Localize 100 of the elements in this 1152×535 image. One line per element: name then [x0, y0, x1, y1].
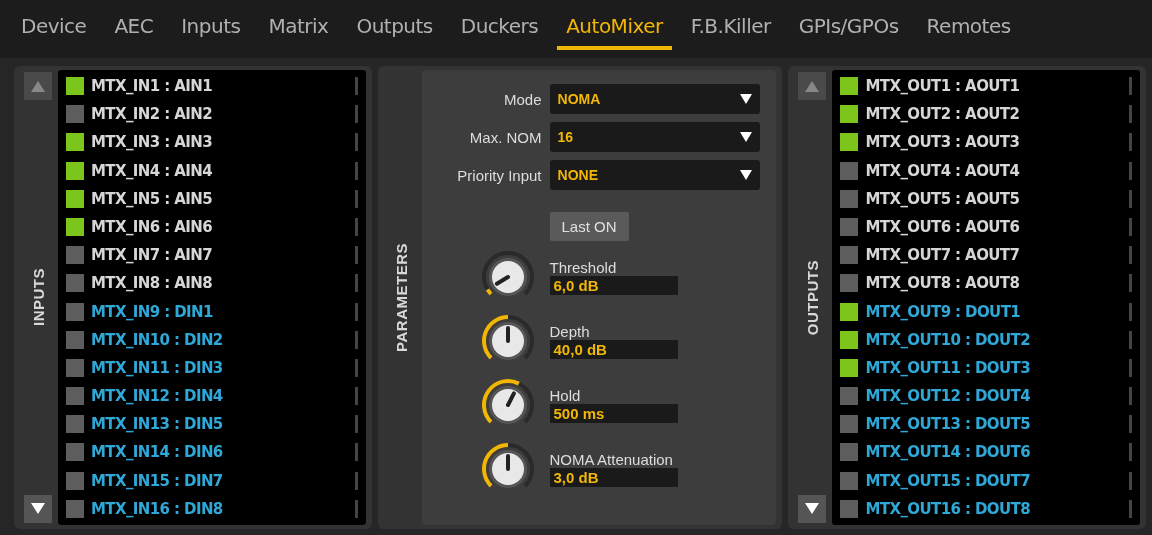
field-label: Max. NOM [468, 128, 543, 146]
status-square[interactable] [840, 133, 859, 152]
level-tick [354, 274, 358, 293]
channel-name[interactable]: MTX_OUT4 : AOUT4 [865, 161, 1129, 180]
level-tick [354, 443, 358, 462]
tab[interactable]: Duckers [451, 8, 548, 50]
value-display: 6,0 dB [549, 276, 678, 295]
value-display: 40,0 dB [549, 340, 678, 359]
level-tick [1129, 105, 1132, 124]
channel-name[interactable]: MTX_IN16 : DIN8 [91, 499, 355, 518]
level-tick [1129, 189, 1132, 208]
scroll-down-button[interactable] [24, 495, 52, 523]
channel-name[interactable]: MTX_IN9 : DIN1 [91, 302, 355, 321]
status-square[interactable] [66, 161, 84, 180]
channel-name[interactable]: MTX_IN11 : DIN3 [91, 358, 355, 377]
level-tick [354, 189, 358, 208]
value-display: 3,0 dB [549, 468, 678, 487]
status-square[interactable] [840, 358, 859, 377]
level-tick [1129, 77, 1132, 95]
dropdown[interactable]: NONE [549, 160, 761, 190]
field-label: Mode [503, 90, 543, 108]
level-tick [354, 471, 358, 490]
tab[interactable]: F.B.Killer [681, 8, 780, 50]
status-square[interactable] [66, 217, 84, 236]
level-tick [354, 246, 358, 265]
level-tick [354, 161, 358, 180]
knob-label: Depth [549, 323, 591, 340]
caret-icon [740, 170, 753, 180]
channel-name[interactable]: MTX_OUT11 : DOUT3 [865, 358, 1129, 377]
down-triangle-icon [31, 503, 45, 515]
channel-name[interactable]: MTX_OUT9 : DOUT1 [865, 302, 1129, 321]
level-tick [354, 499, 358, 518]
channel-name[interactable]: MTX_OUT16 : DOUT8 [865, 499, 1129, 518]
level-tick [354, 302, 358, 321]
panel-title: OUTPUTS [803, 259, 821, 336]
channel-name[interactable]: MTX_OUT1 : AOUT1 [865, 77, 1129, 95]
channel-name[interactable]: MTX_OUT8 : AOUT8 [865, 274, 1129, 293]
channel-name[interactable]: MTX_IN14 : DIN6 [91, 443, 355, 462]
level-tick [354, 330, 358, 349]
level-tick [1129, 161, 1132, 180]
channel-name[interactable]: MTX_OUT2 : AOUT2 [865, 105, 1129, 124]
knob-label: Threshold [549, 259, 618, 276]
tab[interactable]: GPIs/GPOs [789, 8, 908, 50]
status-square[interactable] [840, 77, 859, 95]
tab[interactable]: AutoMixer [557, 8, 672, 50]
channel-name[interactable]: MTX_IN10 : DIN2 [91, 330, 355, 349]
channel-name[interactable]: MTX_OUT6 : AOUT6 [865, 217, 1129, 236]
channel-name[interactable]: MTX_OUT7 : AOUT7 [865, 246, 1129, 265]
level-tick [1129, 302, 1132, 321]
status-square[interactable] [840, 302, 859, 321]
last-on-button[interactable]: Last ON [549, 212, 629, 241]
channel-name[interactable]: MTX_IN3 : AIN3 [91, 133, 355, 152]
level-tick [1129, 415, 1132, 434]
level-tick [1129, 246, 1132, 265]
down-triangle-icon [805, 503, 820, 515]
status-square[interactable] [840, 330, 859, 349]
channel-name[interactable]: MTX_IN1 : AIN1 [91, 77, 355, 95]
up-triangle-icon [805, 80, 820, 92]
tab[interactable]: Remotes [917, 8, 1020, 50]
level-tick [1129, 471, 1132, 490]
tab[interactable]: Inputs [172, 8, 250, 50]
level-tick [354, 217, 358, 236]
tab[interactable]: Matrix [259, 8, 338, 50]
status-square[interactable] [66, 133, 84, 152]
channel-name[interactable]: MTX_IN13 : DIN5 [91, 415, 355, 434]
channel-name[interactable]: MTX_IN8 : AIN8 [91, 274, 355, 293]
dropdown[interactable]: NOMA [549, 84, 761, 114]
channel-name[interactable]: MTX_IN12 : DIN4 [91, 387, 355, 406]
tab[interactable]: AEC [105, 8, 163, 50]
channel-name[interactable]: MTX_OUT3 : AOUT3 [865, 133, 1129, 152]
level-tick [354, 358, 358, 377]
channel-name[interactable]: MTX_OUT5 : AOUT5 [865, 189, 1129, 208]
channel-name[interactable]: MTX_OUT15 : DOUT7 [865, 471, 1129, 490]
channel-name[interactable]: MTX_IN2 : AIN2 [91, 105, 355, 124]
caret-icon [740, 94, 753, 104]
status-square[interactable] [66, 189, 84, 208]
panel-title: PARAMETERS [393, 243, 411, 352]
level-tick [1129, 217, 1132, 236]
channel-name[interactable]: MTX_IN4 : AIN4 [91, 161, 355, 180]
level-tick [1129, 387, 1132, 406]
channel-name[interactable]: MTX_IN15 : DIN7 [91, 471, 355, 490]
channel-name[interactable]: MTX_IN7 : AIN7 [91, 246, 355, 265]
tab[interactable]: Device [12, 8, 96, 50]
channel-name[interactable]: MTX_IN5 : AIN5 [91, 189, 355, 208]
value-display: 500 ms [549, 404, 678, 423]
level-tick [354, 387, 358, 406]
channel-name[interactable]: MTX_OUT13 : DOUT5 [865, 415, 1129, 434]
channel-name[interactable]: MTX_OUT10 : DOUT2 [865, 330, 1129, 349]
scroll-down-button[interactable] [798, 495, 827, 523]
level-tick [354, 415, 358, 434]
caret-icon [740, 132, 753, 142]
status-square[interactable] [840, 105, 859, 124]
tab[interactable]: Outputs [347, 8, 442, 50]
up-triangle-icon [31, 80, 45, 92]
field-label: Priority Input [456, 166, 543, 184]
channel-name[interactable]: MTX_IN6 : AIN6 [91, 217, 355, 236]
channel-name[interactable]: MTX_OUT12 : DOUT4 [865, 387, 1129, 406]
dropdown[interactable]: 16 [549, 122, 761, 152]
channel-name[interactable]: MTX_OUT14 : DOUT6 [865, 443, 1129, 462]
level-tick [1129, 274, 1132, 293]
